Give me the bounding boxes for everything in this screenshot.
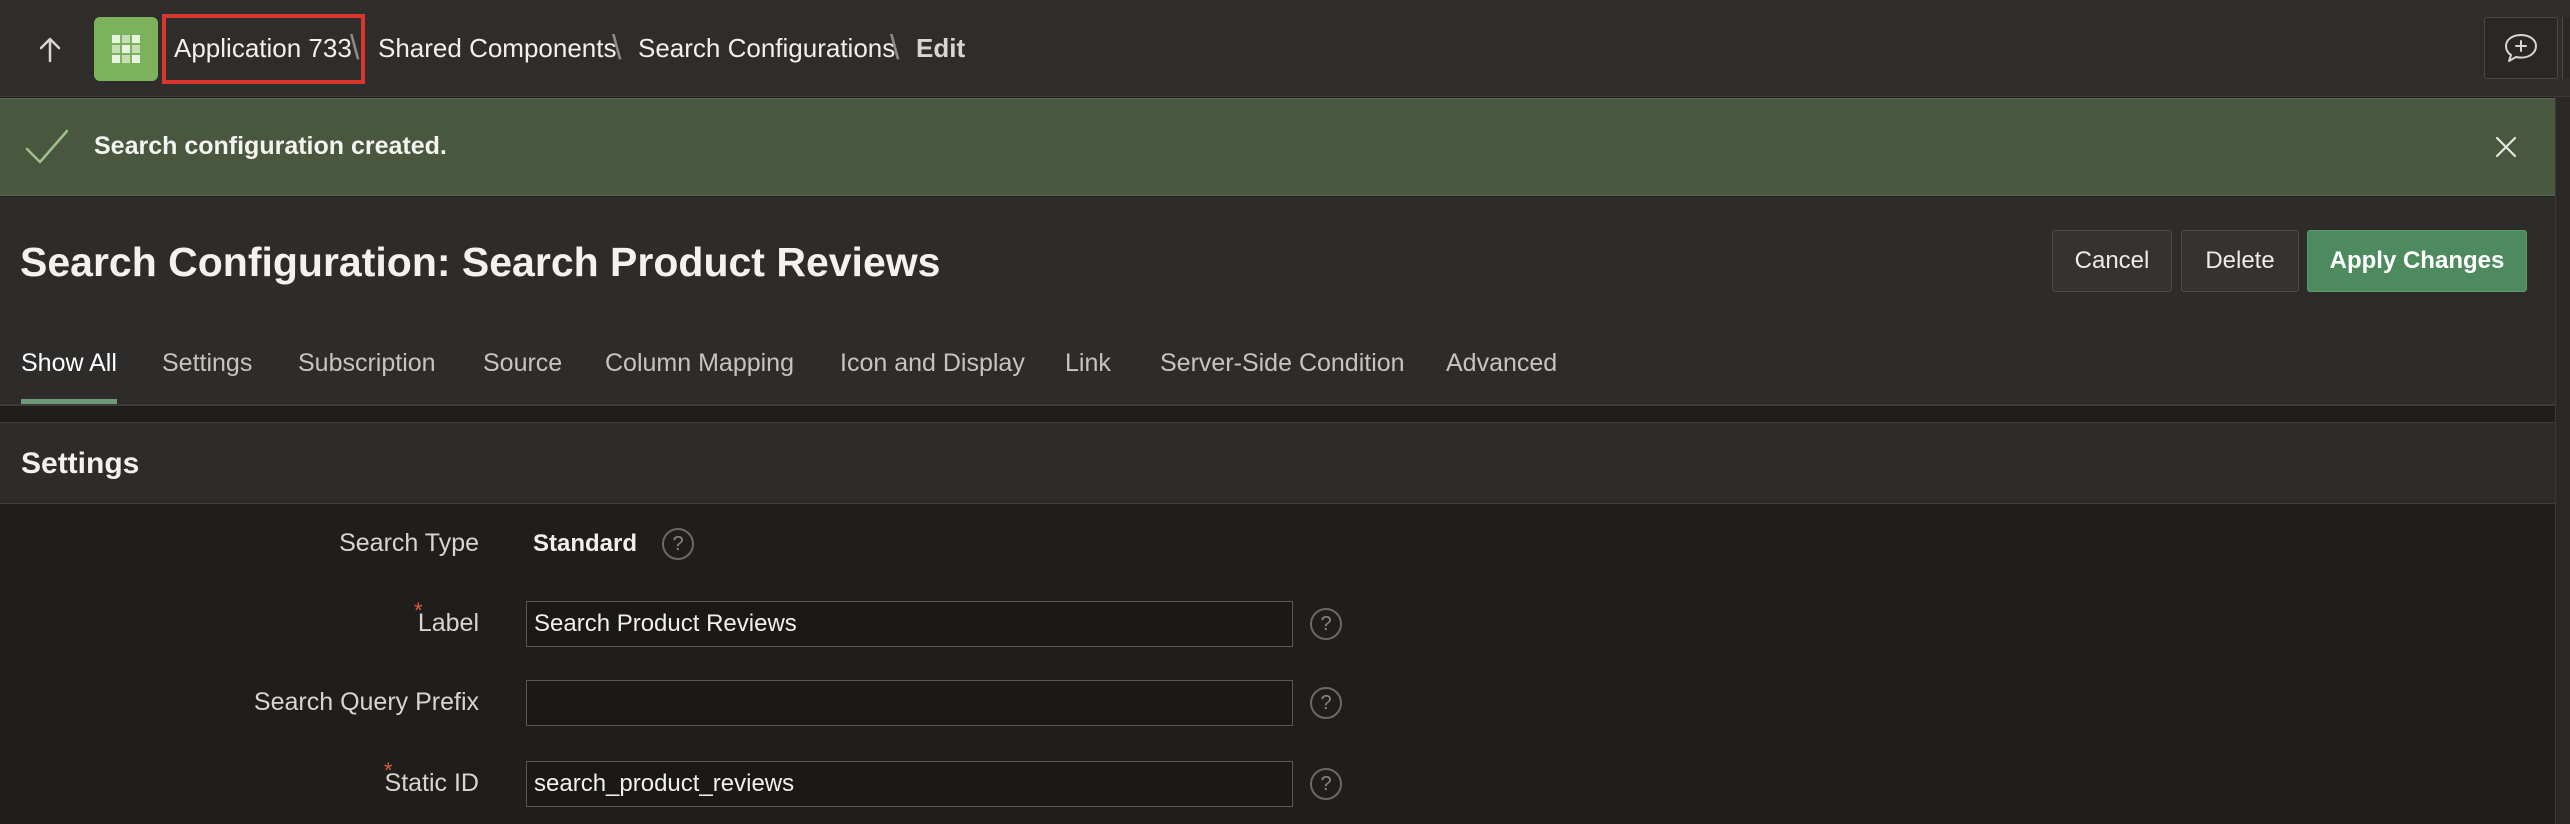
checkmark-icon	[24, 127, 70, 172]
success-alert: Search configuration created.	[0, 98, 2555, 196]
tab-bar: Show All Settings Subscription Source Co…	[0, 337, 2555, 404]
search-query-prefix-label: Search Query Prefix	[253, 688, 479, 716]
tab-subscription[interactable]: Subscription	[298, 349, 436, 404]
breadcrumb-search-configurations[interactable]: Search Configurations	[638, 32, 895, 64]
tab-divider	[0, 404, 2555, 406]
breadcrumb-application[interactable]: Application 733	[174, 32, 352, 64]
tab-source[interactable]: Source	[483, 349, 562, 404]
tab-link[interactable]: Link	[1065, 349, 1111, 404]
breadcrumb-edit: Edit	[916, 33, 966, 63]
top-navigation-bar: Application 733 \ Shared Components \ Se…	[0, 0, 2570, 97]
settings-section-title: Settings	[21, 447, 140, 480]
search-type-value: Standard	[533, 530, 638, 557]
help-icon[interactable]: ?	[1310, 768, 1342, 800]
page-title: Search Configuration: Search Product Rev…	[20, 239, 941, 285]
feedback-button[interactable]	[2484, 17, 2558, 79]
help-icon[interactable]: ?	[662, 528, 694, 560]
breadcrumb-shared-components[interactable]: Shared Components	[378, 32, 616, 64]
toolbar-edge	[2562, 17, 2570, 79]
tab-show-all[interactable]: Show All	[21, 349, 117, 404]
label-field-label: Label	[417, 609, 479, 637]
help-icon[interactable]: ?	[1310, 608, 1342, 640]
search-type-label: Search Type	[339, 529, 479, 557]
breadcrumb-separator: \	[350, 29, 360, 67]
close-icon[interactable]	[2486, 127, 2526, 167]
apply-changes-button[interactable]: Apply Changes	[2307, 230, 2527, 292]
feedback-chat-icon	[2505, 34, 2537, 62]
tab-icon-and-display[interactable]: Icon and Display	[840, 349, 1025, 404]
search-query-prefix-input[interactable]	[526, 680, 1293, 726]
tab-advanced[interactable]: Advanced	[1446, 349, 1557, 404]
vertical-scrollbar[interactable]	[2555, 97, 2570, 824]
cancel-button[interactable]: Cancel	[2052, 230, 2172, 292]
settings-region-header: Settings	[0, 422, 2555, 504]
tab-column-mapping[interactable]: Column Mapping	[605, 349, 794, 404]
help-icon[interactable]: ?	[1310, 687, 1342, 719]
static-id-label: Static ID	[384, 769, 479, 797]
breadcrumb-separator: \	[612, 29, 622, 67]
success-message: Search configuration created.	[94, 132, 447, 160]
static-id-input[interactable]: search_product_reviews	[526, 761, 1293, 807]
arrow-up-icon[interactable]	[30, 30, 70, 70]
application-grid-icon[interactable]	[94, 17, 158, 81]
settings-form: Search Type Standard ? * Label Search Pr…	[0, 505, 2555, 824]
delete-button[interactable]: Delete	[2181, 230, 2299, 292]
breadcrumb-separator: \	[890, 29, 900, 67]
tab-server-side-condition[interactable]: Server-Side Condition	[1160, 349, 1405, 404]
label-input[interactable]: Search Product Reviews	[526, 601, 1293, 647]
page-header: Search Configuration: Search Product Rev…	[0, 197, 2555, 404]
tab-settings[interactable]: Settings	[162, 349, 252, 404]
